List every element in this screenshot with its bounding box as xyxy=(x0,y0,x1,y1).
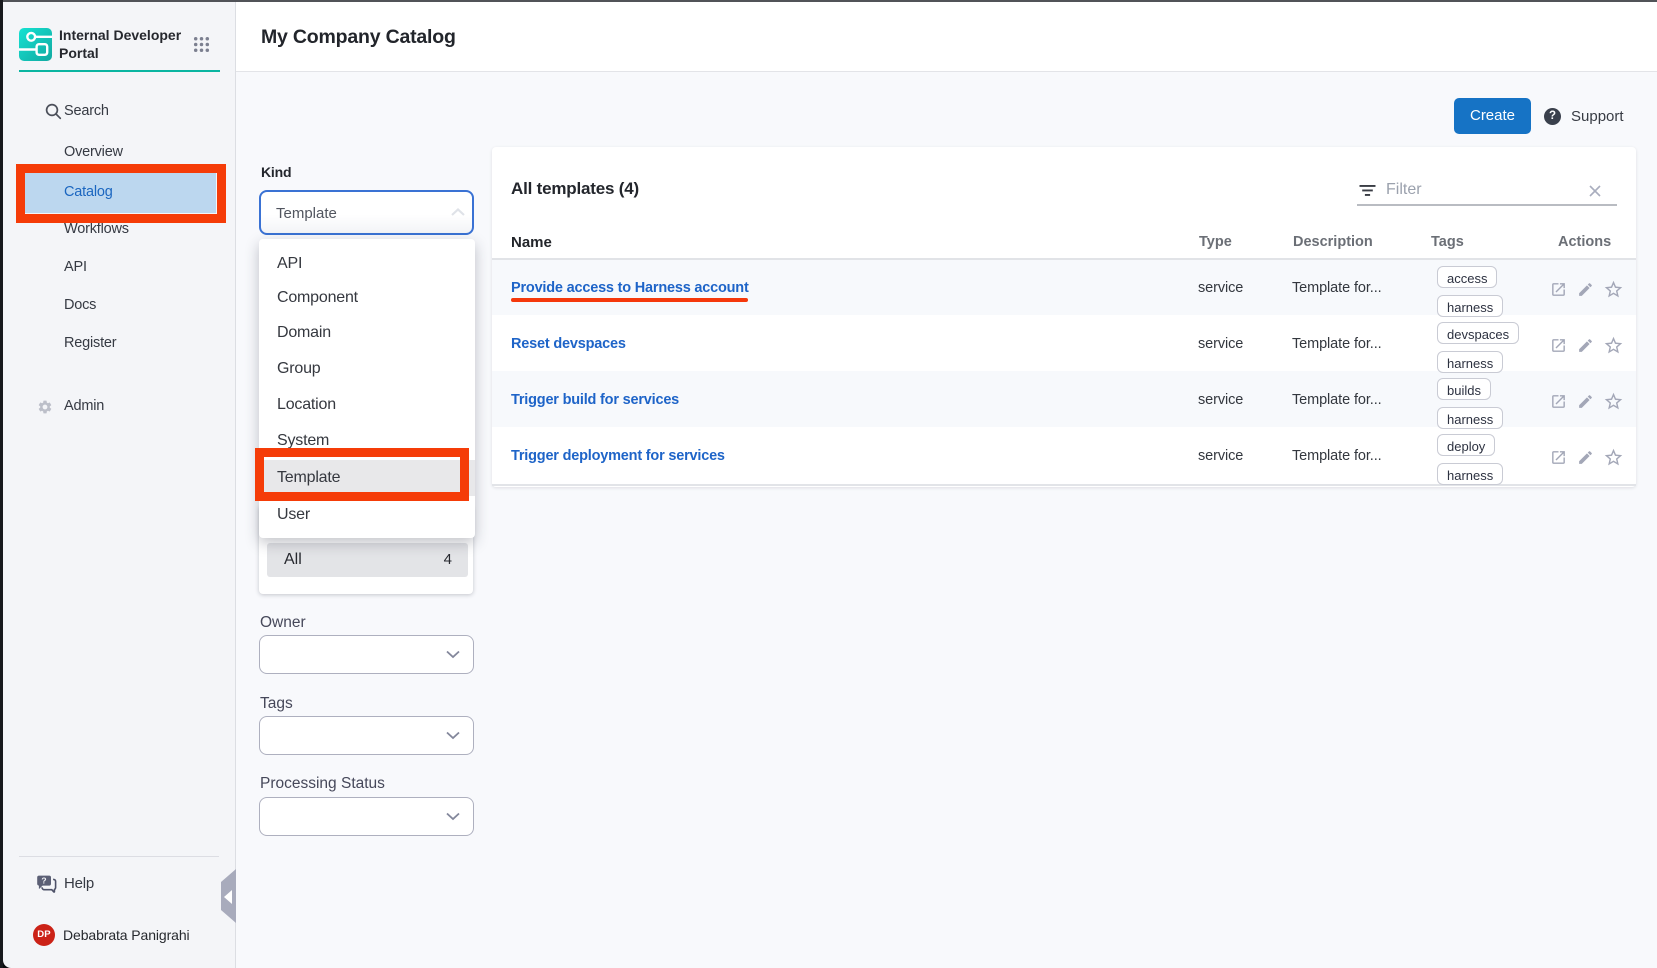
svg-text:?: ? xyxy=(41,875,46,885)
